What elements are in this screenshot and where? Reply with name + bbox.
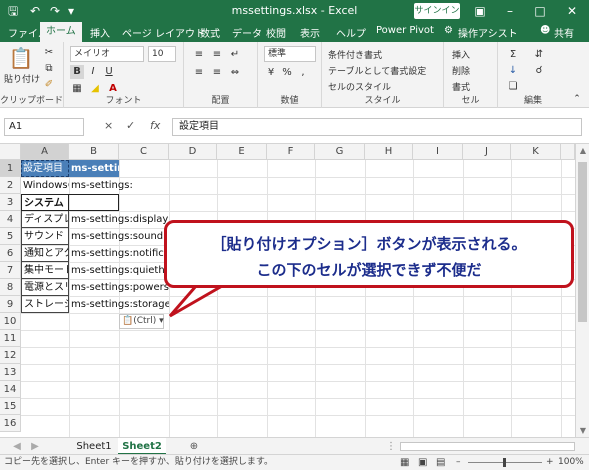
zoom-in-icon[interactable]: + — [546, 455, 554, 470]
tab-splitter-icon[interactable]: ⋮ — [386, 438, 396, 455]
tab-sheet1[interactable]: Sheet1 — [70, 438, 118, 455]
callout-line-1: ［貼り付けオプション］ボタンが表示される。 — [211, 235, 527, 253]
callout-tail — [168, 284, 228, 318]
zoom-out-icon[interactable]: – — [456, 455, 461, 470]
sheet-tab-bar: ◀ ▶ Sheet1 Sheet2 ⊕ ⋮ — [0, 437, 589, 455]
page-layout-view-icon[interactable]: ▣ — [418, 455, 427, 470]
zoom-slider-thumb[interactable] — [503, 458, 506, 467]
status-message: コピー先を選択し、Enter キーを押すか、貼り付けを選択します。 — [4, 457, 273, 467]
annotation-callout: ［貼り付けオプション］ボタンが表示される。 この下のセルが選択できず不便だ — [164, 220, 574, 288]
callout-line-2: この下のセルが選択できず不便だ — [256, 261, 482, 279]
tab-sheet2[interactable]: Sheet2 — [118, 438, 166, 455]
status-bar: コピー先を選択し、Enter キーを押すか、貼り付けを選択します。 ▦ ▣ ▤ … — [0, 454, 589, 470]
next-sheet-icon[interactable]: ▶ — [28, 438, 42, 455]
zoom-level[interactable]: 100% — [558, 455, 584, 470]
horizontal-scrollbar[interactable] — [400, 442, 575, 451]
page-break-view-icon[interactable]: ▤ — [436, 455, 445, 470]
normal-view-icon[interactable]: ▦ — [400, 455, 409, 470]
prev-sheet-icon[interactable]: ◀ — [10, 438, 24, 455]
add-sheet-icon[interactable]: ⊕ — [186, 438, 202, 455]
